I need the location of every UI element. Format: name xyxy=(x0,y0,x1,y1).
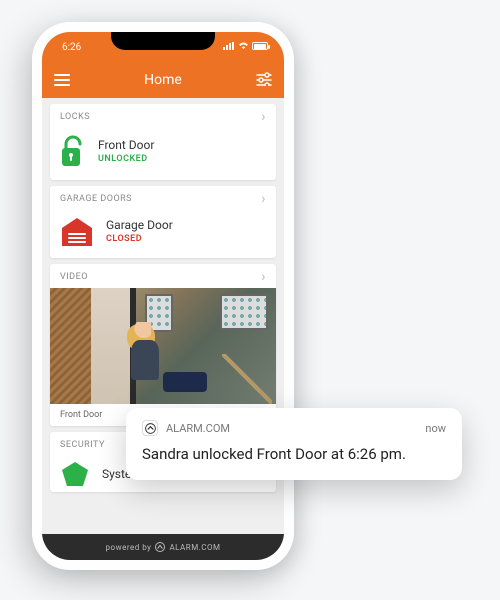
wifi-icon xyxy=(238,42,249,50)
menu-button[interactable] xyxy=(54,74,70,86)
device-name: Garage Door xyxy=(106,218,173,232)
card-header: GARAGE DOORS › xyxy=(50,186,276,210)
video-thumbnail[interactable] xyxy=(50,288,276,404)
device-status: UNLOCKED xyxy=(98,154,154,164)
notch xyxy=(111,32,215,50)
device-status: CLOSED xyxy=(106,234,173,244)
status-icons xyxy=(223,42,268,50)
card-body: Front Door UNLOCKED xyxy=(50,128,276,180)
device-name: Front Door xyxy=(98,138,154,152)
alarm-logo-icon xyxy=(155,542,165,552)
thumb-bag xyxy=(163,372,207,392)
card-body: Garage Door CLOSED xyxy=(50,210,276,258)
screen: 6:26 Home xyxy=(42,32,284,560)
device-text: Front Door UNLOCKED xyxy=(98,138,154,164)
sliders-icon xyxy=(256,72,272,86)
garage-icon xyxy=(60,216,94,246)
hamburger-icon xyxy=(54,74,70,86)
phone-frame: 6:26 Home xyxy=(32,22,294,570)
notification-app-icon xyxy=(142,420,158,436)
settings-button[interactable] xyxy=(256,72,272,89)
app-header: Home xyxy=(42,62,284,98)
unlock-icon xyxy=(60,134,86,168)
notification-app-name: ALARM.COM xyxy=(166,422,230,435)
status-time: 6:26 xyxy=(62,42,81,53)
push-notification[interactable]: ALARM.COM now Sandra unlocked Front Door… xyxy=(126,408,462,480)
card-title: SECURITY xyxy=(60,440,105,450)
card-header: VIDEO › xyxy=(50,264,276,288)
thumb-wall xyxy=(50,288,91,404)
footer-prefix: powered by xyxy=(106,543,152,552)
card-header: LOCKS › xyxy=(50,104,276,128)
notification-message: Sandra unlocked Front Door at 6:26 pm. xyxy=(142,444,446,464)
garage-card[interactable]: GARAGE DOORS › Garage Door CLOSED xyxy=(50,186,276,258)
chevron-right-icon: › xyxy=(261,192,266,206)
locks-card[interactable]: LOCKS › Front Door UNLOCKED xyxy=(50,104,276,180)
status-bar: 6:26 xyxy=(42,32,284,62)
chevron-right-icon: › xyxy=(261,270,266,284)
notification-time: now xyxy=(425,422,446,435)
card-title: GARAGE DOORS xyxy=(60,194,132,204)
thumb-picture-frame xyxy=(220,294,268,330)
video-card[interactable]: VIDEO › Front Door xyxy=(50,264,276,426)
footer-brand: ALARM.COM xyxy=(169,543,220,552)
thumb-rail xyxy=(222,354,272,404)
device-text: Garage Door CLOSED xyxy=(106,218,173,244)
footer-bar: powered by ALARM.COM xyxy=(42,534,284,560)
signal-icon xyxy=(223,42,235,50)
card-title: VIDEO xyxy=(60,272,88,282)
shield-icon xyxy=(60,460,90,488)
card-title: LOCKS xyxy=(60,112,90,122)
notification-header: ALARM.COM now xyxy=(142,420,446,436)
chevron-right-icon: › xyxy=(261,110,266,124)
battery-icon xyxy=(252,42,268,50)
header-title: Home xyxy=(144,72,182,88)
